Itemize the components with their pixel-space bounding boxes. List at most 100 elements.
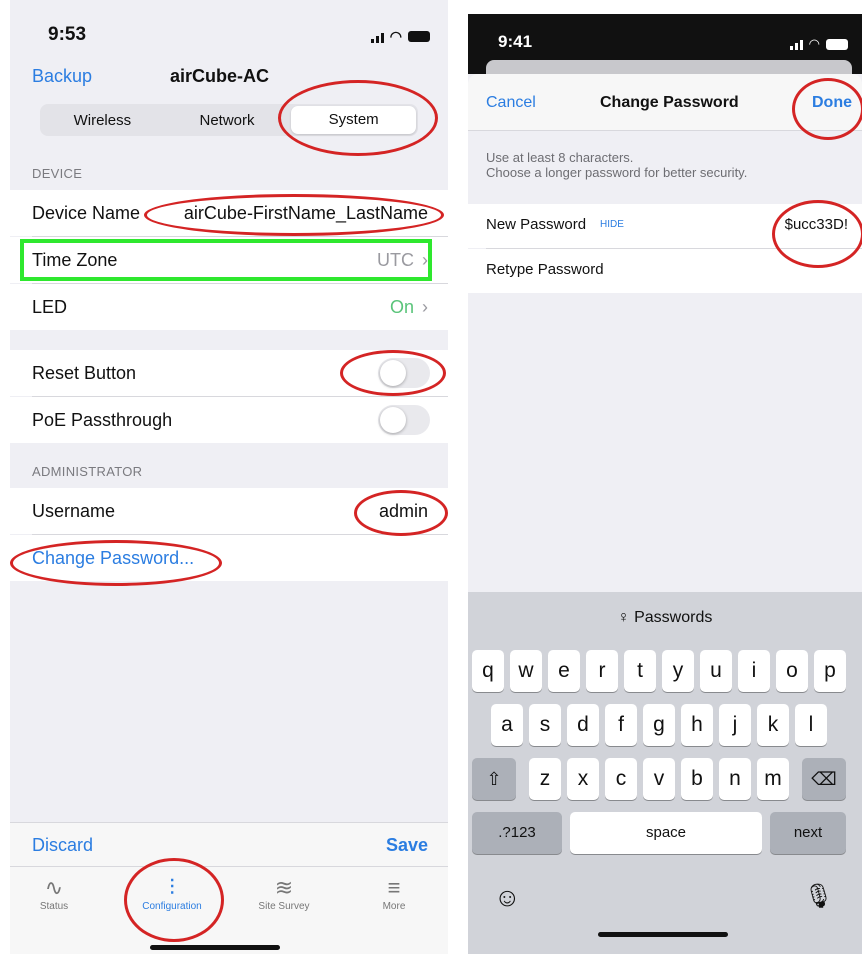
save-button[interactable]: Save — [386, 835, 428, 856]
sheet-underlay — [486, 60, 852, 74]
section-header-device: DEVICE — [32, 166, 83, 181]
segment-network[interactable]: Network — [165, 112, 290, 129]
signal-icon — [789, 38, 803, 50]
hint-line: Choose a longer password for better secu… — [486, 165, 748, 180]
passwords-bar[interactable]: ♀ Passwords — [468, 592, 862, 644]
key-r[interactable]: r — [586, 650, 618, 692]
tab-site-survey[interactable]: ≋ Site Survey — [234, 875, 334, 912]
key-o[interactable]: o — [776, 650, 808, 692]
key-v[interactable]: v — [643, 758, 675, 800]
cancel-button[interactable]: Cancel — [486, 94, 536, 112]
delete-icon[interactable]: ⌫ — [802, 758, 846, 800]
key-c[interactable]: c — [605, 758, 637, 800]
page-title: airCube-AC — [170, 66, 270, 86]
annotation-circle — [144, 194, 444, 236]
page-title: Change Password — [600, 94, 739, 111]
highlight-box — [20, 239, 432, 281]
tab-more[interactable]: ≡ More — [344, 875, 444, 912]
battery-icon — [826, 38, 848, 50]
menu-icon: ≡ — [387, 875, 401, 900]
emoji-icon[interactable]: ☺ — [494, 882, 521, 913]
numbers-key[interactable]: .?123 — [472, 812, 562, 854]
key-f[interactable]: f — [605, 704, 637, 746]
led-row[interactable]: LED On › — [10, 284, 448, 330]
poe-row: PoE Passthrough — [10, 397, 448, 443]
chevron-right-icon: › — [422, 297, 428, 317]
annotation-circle — [124, 858, 224, 942]
battery-icon — [408, 31, 430, 42]
tab-status[interactable]: ∿ Status — [10, 875, 104, 912]
key-x[interactable]: x — [567, 758, 599, 800]
microphone-icon[interactable]: 🎙 — [804, 882, 834, 911]
annotation-circle — [792, 78, 862, 140]
annotation-circle — [772, 200, 862, 268]
key-d[interactable]: d — [567, 704, 599, 746]
next-key[interactable]: next — [770, 812, 846, 854]
annotation-circle — [354, 490, 448, 536]
right-screen: 9:41 ◠ Cancel Change Password Done Use a… — [468, 14, 862, 954]
key-q[interactable]: q — [472, 650, 504, 692]
key-j[interactable]: j — [719, 704, 751, 746]
wifi-icon: ≋ — [274, 875, 294, 900]
tab-label: Site Survey — [258, 901, 310, 912]
key-p[interactable]: p — [814, 650, 846, 692]
annotation-circle — [340, 350, 446, 396]
key-icon: ♀ — [617, 609, 630, 626]
poe-label: PoE Passthrough — [32, 410, 173, 430]
passwords-label: Passwords — [634, 609, 713, 626]
device-name-label: Device Name — [32, 203, 141, 223]
status-icon: ∿ — [44, 875, 64, 900]
key-m[interactable]: m — [757, 758, 789, 800]
key-i[interactable]: i — [738, 650, 770, 692]
home-indicator — [150, 945, 280, 950]
key-h[interactable]: h — [681, 704, 713, 746]
hint-line: Use at least 8 characters. — [486, 150, 634, 165]
tab-label: Status — [39, 901, 69, 912]
key-t[interactable]: t — [624, 650, 656, 692]
key-e[interactable]: e — [548, 650, 580, 692]
led-value: On — [389, 297, 414, 317]
wifi-icon: ◠ — [808, 36, 820, 51]
annotation-circle — [278, 80, 438, 156]
annotation-circle — [10, 540, 222, 586]
key-a[interactable]: a — [491, 704, 523, 746]
status-icons: ◠ — [370, 28, 430, 45]
key-l[interactable]: l — [795, 704, 827, 746]
segment-wireless[interactable]: Wireless — [40, 112, 165, 129]
keyboard: ♀ Passwords q w e r t y u i o p a s d f … — [468, 592, 862, 954]
signal-icon — [370, 31, 384, 43]
retype-password-label: Retype Password — [486, 261, 604, 278]
left-screen: 9:53 ◠ Backup airCube-AC Wireless Networ… — [10, 0, 448, 954]
shift-icon[interactable]: ⇧ — [472, 758, 516, 800]
poe-toggle[interactable] — [378, 405, 430, 435]
status-time: 9:53 — [48, 24, 87, 45]
hint-text: Use at least 8 characters. Choose a long… — [486, 150, 747, 180]
key-w[interactable]: w — [510, 650, 542, 692]
username-label: Username — [32, 501, 116, 521]
home-indicator — [598, 932, 728, 937]
key-b[interactable]: b — [681, 758, 713, 800]
status-bar: 9:53 ◠ — [10, 0, 448, 50]
reset-button-label: Reset Button — [32, 363, 137, 383]
key-n[interactable]: n — [719, 758, 751, 800]
hide-button[interactable]: HIDE — [600, 219, 624, 230]
bottom-action-bar: Discard Save — [10, 822, 448, 867]
led-label: LED — [32, 297, 68, 317]
key-k[interactable]: k — [757, 704, 789, 746]
status-icons: ◠ — [789, 36, 848, 52]
tab-label: More — [382, 901, 406, 912]
back-button[interactable]: Backup — [32, 66, 92, 87]
discard-button[interactable]: Discard — [32, 835, 93, 856]
key-z[interactable]: z — [529, 758, 561, 800]
status-time: 9:41 — [498, 32, 533, 51]
tab-bar: ∿ Status ⫶ Configuration ≋ Site Survey ≡… — [10, 866, 448, 954]
space-key[interactable]: space — [570, 812, 762, 854]
key-u[interactable]: u — [700, 650, 732, 692]
key-y[interactable]: y — [662, 650, 694, 692]
key-g[interactable]: g — [643, 704, 675, 746]
new-password-label: New Password — [486, 216, 587, 233]
status-bar: 9:41 ◠ — [468, 14, 862, 74]
key-s[interactable]: s — [529, 704, 561, 746]
section-header-administrator: ADMINISTRATOR — [32, 464, 143, 479]
wifi-icon: ◠ — [389, 28, 402, 44]
